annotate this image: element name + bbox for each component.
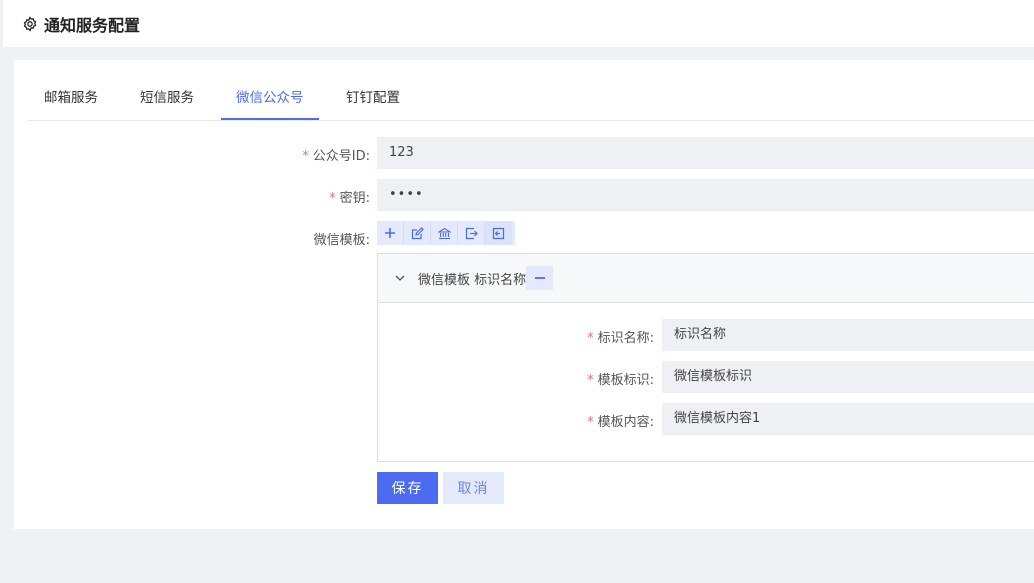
- tab-dingtalk[interactable]: 钉钉配置: [346, 78, 400, 120]
- edit-icon[interactable]: [404, 221, 431, 245]
- template-code-input[interactable]: 微信模板标识: [662, 361, 1034, 393]
- export-icon[interactable]: [458, 221, 485, 245]
- chevron-down-icon[interactable]: [394, 272, 406, 284]
- template-name-input[interactable]: 标识名称: [662, 319, 1034, 351]
- save-button[interactable]: 保存: [377, 472, 438, 504]
- config-card: 邮箱服务 短信服务 微信公众号 钉钉配置 * 公众号ID: 123 * 密钥: ••…: [14, 60, 1034, 529]
- page-title: 通知服务配置: [44, 15, 141, 35]
- page-header: 通知服务配置: [3, 0, 1034, 47]
- template-name-label: * 标识名称:: [587, 331, 654, 346]
- tab-bar: 邮箱服务 短信服务 微信公众号 钉钉配置: [28, 78, 1034, 121]
- secret-input[interactable]: ••••: [377, 179, 1034, 211]
- import-icon[interactable]: [485, 221, 512, 245]
- bank-icon[interactable]: [431, 221, 458, 245]
- remove-template-button[interactable]: [526, 266, 554, 290]
- app-id-input[interactable]: 123: [377, 137, 1034, 169]
- template-content-input[interactable]: 微信模板内容1: [662, 403, 1034, 435]
- templates-label: 微信模板:: [313, 233, 370, 248]
- tab-sms[interactable]: 短信服务: [140, 78, 194, 120]
- template-content-label: * 模板内容:: [587, 415, 654, 430]
- app-id-label: * 公众号ID:: [302, 149, 370, 164]
- plus-icon[interactable]: [377, 221, 404, 245]
- secret-label: * 密钥:: [329, 191, 370, 206]
- tab-email[interactable]: 邮箱服务: [44, 78, 98, 120]
- required-mark: *: [302, 149, 309, 164]
- gear-icon: [22, 15, 38, 32]
- required-mark: *: [587, 415, 594, 430]
- cancel-button[interactable]: 取消: [443, 472, 504, 504]
- template-code-label: * 模板标识:: [587, 373, 654, 388]
- required-mark: *: [587, 331, 594, 346]
- tab-wechat[interactable]: 微信公众号: [221, 78, 319, 120]
- required-mark: *: [587, 373, 594, 388]
- template-toolbar: [377, 221, 515, 245]
- template-panel-header[interactable]: 微信模板 标识名称: [378, 254, 1034, 303]
- template-panel-title: 微信模板 标识名称: [418, 272, 527, 288]
- required-mark: *: [329, 191, 336, 206]
